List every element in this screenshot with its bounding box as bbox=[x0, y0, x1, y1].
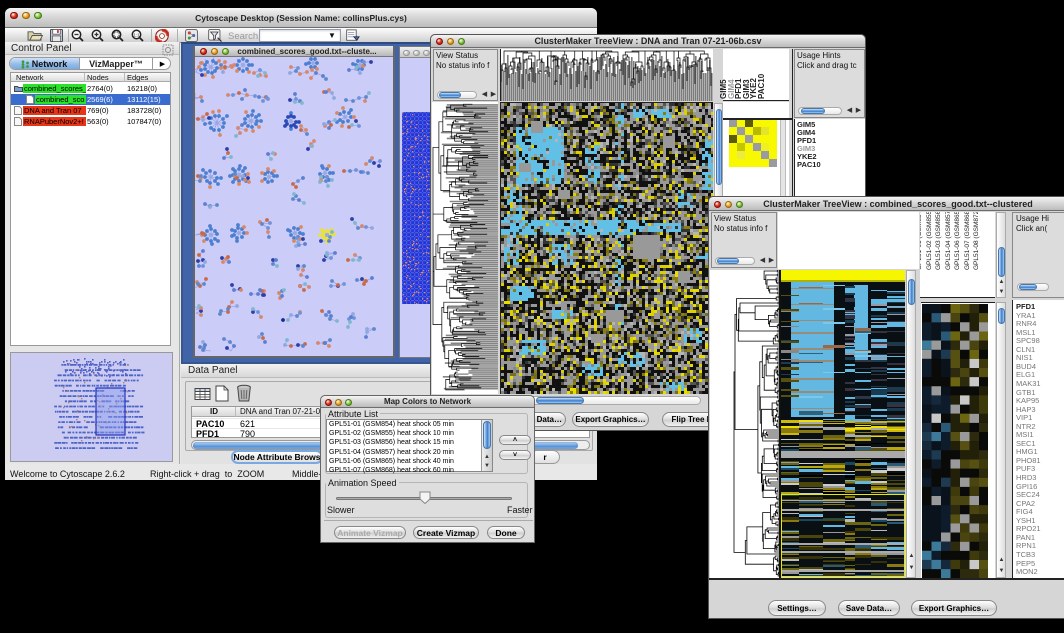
svg-text:1:1: 1:1 bbox=[133, 33, 140, 38]
